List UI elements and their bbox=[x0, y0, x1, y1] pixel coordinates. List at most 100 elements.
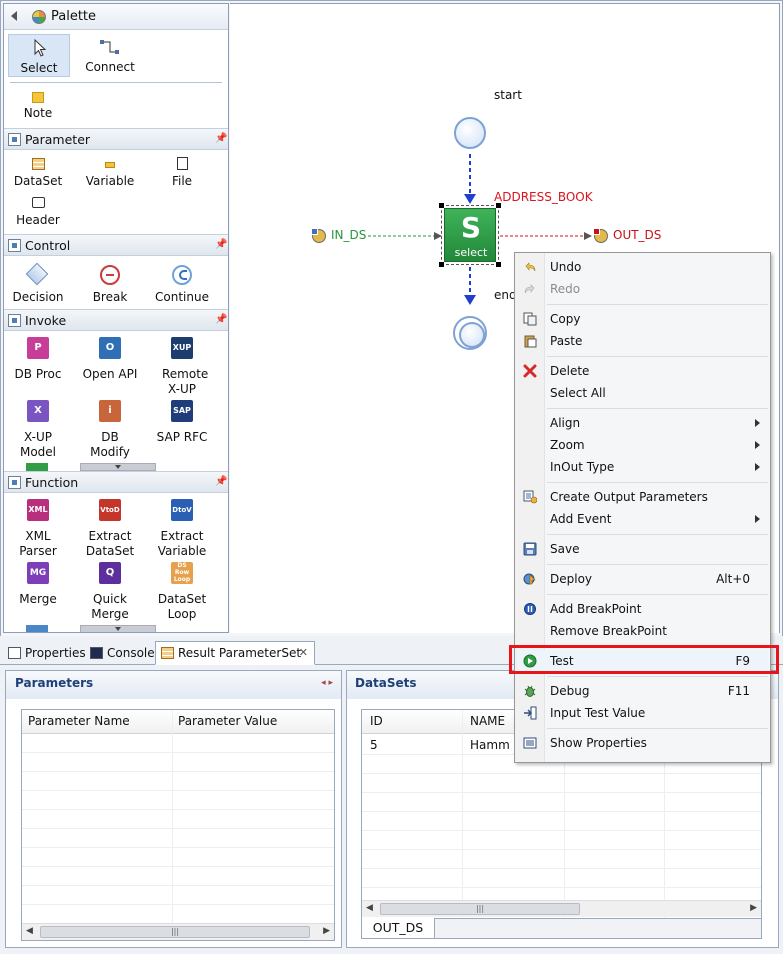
note-tool[interactable]: Note bbox=[12, 88, 64, 126]
close-tab-icon[interactable]: ✕ bbox=[299, 642, 308, 664]
db-proc-tool-label: DB Proc bbox=[14, 367, 62, 381]
node-letter: S bbox=[460, 211, 482, 244]
select-tool-label: Select bbox=[20, 61, 58, 75]
note-icon bbox=[32, 92, 44, 103]
section-parameter-header[interactable]: Parameter 📌 bbox=[4, 128, 228, 150]
parameters-hscrollbar[interactable]: ◀ ||| ▶ bbox=[22, 923, 334, 940]
menu-item-label: Delete bbox=[550, 364, 590, 378]
column-parameter-value[interactable]: Parameter Value bbox=[178, 714, 277, 728]
section-icon bbox=[8, 133, 21, 146]
column-id[interactable]: ID bbox=[370, 714, 383, 728]
decision-tool[interactable]: Decision bbox=[8, 260, 68, 306]
end-node[interactable] bbox=[453, 316, 487, 350]
connect-tool[interactable]: Connect bbox=[79, 34, 141, 77]
input-value-icon bbox=[524, 706, 537, 720]
header-tool-label: Header bbox=[16, 213, 60, 227]
flow-arrow-bottom bbox=[464, 267, 476, 305]
parameters-table[interactable]: Parameter Name Parameter Value ◀ ||| ▶ bbox=[21, 709, 335, 941]
db-modify-icon: i bbox=[99, 400, 121, 422]
in-ds-label: IN_DS bbox=[331, 228, 367, 242]
context-menu: Undo Redo Copy Paste Delete Select All A… bbox=[514, 252, 771, 763]
dataset-tool[interactable]: DataSet bbox=[8, 154, 68, 190]
open-api-tool[interactable]: O Open API bbox=[80, 337, 140, 395]
cell-name: Hamm bbox=[470, 738, 510, 752]
menu-item-zoom[interactable]: Zoom bbox=[517, 434, 768, 456]
hidden-tool-icon bbox=[26, 625, 48, 632]
section-function-header[interactable]: Function 📌 bbox=[4, 471, 228, 493]
extract-variable-tool-label: Extract Variable bbox=[157, 529, 207, 558]
menu-item-align[interactable]: Align bbox=[517, 412, 768, 434]
menu-item-add-event[interactable]: Add Event bbox=[517, 508, 768, 530]
select-tool[interactable]: Select bbox=[8, 34, 70, 77]
pin-icon[interactable]: 📌 bbox=[215, 476, 227, 487]
menu-item-redo[interactable]: Redo bbox=[517, 278, 768, 300]
db-proc-tool[interactable]: P DB Proc bbox=[8, 337, 68, 395]
dataset-loop-tool[interactable]: DS Row Loop DataSet Loop bbox=[152, 562, 212, 621]
sap-rfc-tool[interactable]: SAP SAP RFC bbox=[152, 400, 212, 458]
start-label: start bbox=[494, 88, 522, 102]
header-tool[interactable]: Header bbox=[8, 194, 68, 230]
remote-xup-tool[interactable]: XUP Remote X-UP bbox=[152, 337, 212, 396]
menu-item-label: Undo bbox=[550, 260, 582, 274]
tab-console[interactable]: Console bbox=[84, 641, 156, 665]
merge-tool[interactable]: MG Merge bbox=[8, 562, 68, 620]
hidden-tool-icon bbox=[26, 463, 48, 471]
db-modify-tool[interactable]: i DB Modify bbox=[80, 400, 140, 459]
section-control-header[interactable]: Control 📌 bbox=[4, 234, 228, 256]
extract-dataset-icon: VtoD bbox=[99, 499, 121, 521]
quick-merge-tool[interactable]: Q Quick Merge bbox=[80, 562, 140, 621]
parameters-view: Parameters ◂ ▸ Parameter Name Parameter … bbox=[5, 670, 342, 948]
menu-item-paste[interactable]: Paste bbox=[517, 330, 768, 352]
menu-item-label: Save bbox=[550, 542, 580, 556]
start-node[interactable] bbox=[454, 117, 486, 149]
pin-icon[interactable]: 📌 bbox=[215, 133, 227, 144]
select-node[interactable]: S select bbox=[444, 208, 496, 262]
menu-item-debug[interactable]: Debug F11 bbox=[517, 680, 768, 702]
breakpoint-icon bbox=[524, 603, 536, 615]
table-icon bbox=[32, 158, 45, 170]
db-modify-tool-label: DB Modify bbox=[90, 430, 130, 459]
menu-item-remove-breakpoint[interactable]: Remove BreakPoint bbox=[517, 620, 768, 642]
menu-item-inout-type[interactable]: InOut Type bbox=[517, 456, 768, 478]
column-name[interactable]: NAME bbox=[470, 714, 505, 728]
function-scroll-down[interactable] bbox=[80, 625, 156, 632]
menu-item-select-all[interactable]: Select All bbox=[517, 382, 768, 404]
select-node-frame[interactable]: S select bbox=[439, 203, 501, 267]
extract-variable-tool[interactable]: DtoV Extract Variable bbox=[152, 499, 212, 558]
menu-item-show-properties[interactable]: Show Properties bbox=[517, 732, 768, 754]
variable-tool-label: Variable bbox=[85, 174, 135, 188]
collapse-palette-icon[interactable] bbox=[11, 11, 17, 21]
submenu-arrow-icon bbox=[755, 515, 760, 523]
menu-item-create-output-parameters[interactable]: Create Output Parameters bbox=[517, 486, 768, 508]
file-tool[interactable]: File bbox=[152, 154, 212, 190]
menu-item-save[interactable]: Save bbox=[517, 538, 768, 560]
menu-item-deploy[interactable]: Deploy Alt+0 bbox=[517, 568, 768, 590]
break-tool[interactable]: Break bbox=[80, 260, 140, 306]
out-ds-icon bbox=[593, 228, 608, 243]
section-invoke-header[interactable]: Invoke 📌 bbox=[4, 309, 228, 331]
menu-item-delete[interactable]: Delete bbox=[517, 360, 768, 382]
menu-item-label: Align bbox=[550, 416, 581, 430]
save-icon bbox=[523, 542, 537, 556]
break-icon bbox=[100, 265, 120, 285]
menu-item-add-breakpoint[interactable]: Add BreakPoint bbox=[517, 598, 768, 620]
pin-icon[interactable]: 📌 bbox=[215, 314, 227, 325]
pin-icon[interactable]: 📌 bbox=[215, 239, 227, 250]
continue-tool[interactable]: Continue bbox=[152, 260, 212, 306]
tab-result-parameterset[interactable]: Result ParameterSet ✕ bbox=[155, 641, 315, 665]
column-parameter-name[interactable]: Parameter Name bbox=[28, 714, 130, 728]
menu-item-undo[interactable]: Undo bbox=[517, 256, 768, 278]
xml-parser-tool[interactable]: XML XML Parser bbox=[8, 499, 68, 558]
tab-properties[interactable]: Properties bbox=[2, 641, 86, 665]
menu-item-input-test-value[interactable]: Input Test Value bbox=[517, 702, 768, 724]
datasets-hscrollbar[interactable]: ◀ ||| ▶ bbox=[362, 900, 761, 917]
extract-dataset-tool[interactable]: VtoD Extract DataSet bbox=[80, 499, 140, 558]
view-arrows-icon[interactable]: ◂ ▸ bbox=[321, 678, 333, 688]
variable-tool[interactable]: Variable bbox=[80, 154, 140, 190]
menu-item-copy[interactable]: Copy bbox=[517, 308, 768, 330]
dataset-tab-out-ds[interactable]: OUT_DS bbox=[362, 918, 435, 938]
menu-item-label: Create Output Parameters bbox=[550, 490, 708, 504]
invoke-scroll-down[interactable] bbox=[80, 463, 156, 471]
xup-model-tool[interactable]: X X-UP Model bbox=[8, 400, 68, 459]
parameters-title: Parameters bbox=[15, 676, 94, 690]
